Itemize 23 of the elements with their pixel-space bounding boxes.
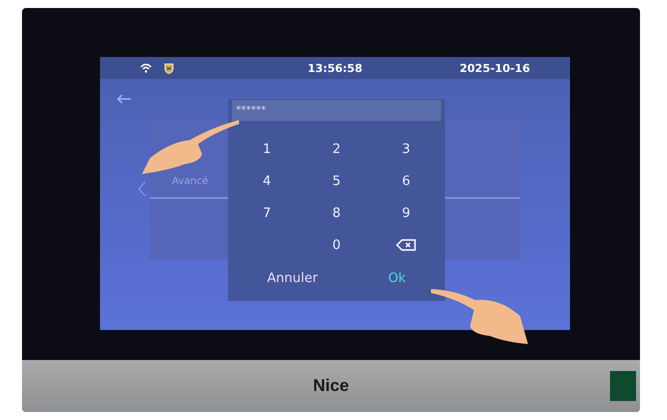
card-label: Avancé — [172, 176, 208, 187]
date-text: 2025-10-16 — [460, 62, 531, 74]
keypad-key[interactable]: 3 — [391, 137, 422, 161]
wifi-icon — [140, 63, 152, 73]
keypad-key[interactable]: 1 — [252, 137, 282, 161]
keypad-key[interactable]: 5 — [321, 169, 352, 193]
cancel-button[interactable]: Annuler — [261, 269, 324, 288]
keypad-key[interactable]: 6 — [391, 169, 422, 193]
brand-label: Nice — [313, 376, 349, 396]
keypad-key[interactable]: 0 — [321, 233, 352, 257]
keypad-key[interactable]: 7 — [252, 201, 282, 225]
ok-button[interactable]: Ok — [382, 269, 412, 288]
keypad-key[interactable]: 4 — [252, 169, 282, 193]
chevron-left-icon[interactable] — [138, 181, 146, 197]
backspace-icon — [396, 239, 416, 251]
keypad-key[interactable]: 8 — [321, 201, 352, 225]
clock-time: 13:56:58 — [308, 62, 362, 74]
back-arrow-icon[interactable] — [116, 94, 132, 104]
indicator-panel — [610, 371, 636, 401]
keypad-key[interactable]: 9 — [391, 201, 422, 225]
shield-icon — [164, 62, 174, 74]
password-field[interactable]: ****** — [232, 100, 441, 121]
keypad-key[interactable]: 2 — [321, 137, 352, 161]
